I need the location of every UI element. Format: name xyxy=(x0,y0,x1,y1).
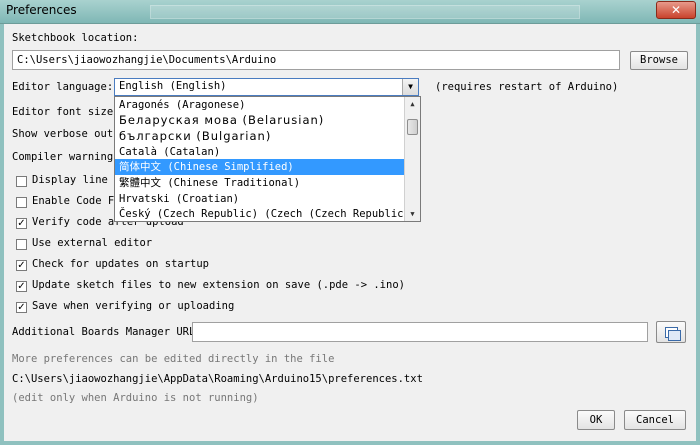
checkbox-save-when-verifying[interactable]: ✓ xyxy=(16,302,27,313)
checkbox-label: Update sketch files to new extension on … xyxy=(32,279,405,291)
checkbox-label: Check for updates on startup xyxy=(32,258,210,270)
language-option[interactable]: Aragonés (Aragonese) xyxy=(115,97,405,113)
language-dropdown-list[interactable]: Aragonés (Aragonese) Беларуская мова (Be… xyxy=(114,96,421,222)
editor-font-size-label: Editor font size: xyxy=(12,106,120,118)
edit-warning-note: (edit only when Arduino is not running) xyxy=(12,392,259,404)
checkbox-label: Enable Code Fol xyxy=(32,195,127,207)
compiler-warnings-label: Compiler warnings: xyxy=(12,151,126,163)
preferences-file-path: C:\Users\jiaowozhangjie\AppData\Roaming\… xyxy=(12,373,423,385)
checkbox-display-line-numbers[interactable] xyxy=(16,176,27,187)
boards-manager-label: Additional Boards Manager URLs: xyxy=(12,326,208,338)
checkbox-verify-after-upload[interactable]: ✓ xyxy=(16,218,27,229)
checkbox-label: Display line nu xyxy=(32,174,127,186)
chevron-down-icon[interactable]: ▼ xyxy=(402,79,418,95)
scroll-down-arrow-icon[interactable]: ▼ xyxy=(405,207,420,221)
ok-button[interactable]: OK xyxy=(577,410,615,430)
boards-manager-urls-input[interactable] xyxy=(192,322,648,342)
language-option-selected[interactable]: 简体中文 (Chinese Simplified) xyxy=(115,159,405,175)
dropdown-scrollbar[interactable]: ▲ ▼ xyxy=(404,97,420,221)
sketchbook-label: Sketchbook location: xyxy=(12,32,139,44)
scroll-up-arrow-icon[interactable]: ▲ xyxy=(405,97,420,111)
title-bar: Preferences ✕ xyxy=(0,0,700,24)
checkbox-use-external-editor[interactable] xyxy=(16,239,27,250)
title-bar-shade xyxy=(150,5,580,19)
sketchbook-path-input[interactable]: C:\Users\jiaowozhangjie\Documents\Arduin… xyxy=(12,50,620,70)
checkbox-enable-code-folding[interactable] xyxy=(16,197,27,208)
language-option[interactable]: Hrvatski (Croatian) xyxy=(115,191,405,207)
editor-language-select[interactable]: English (English) ▼ xyxy=(114,78,419,96)
checkbox-label: Save when verifying or uploading xyxy=(32,300,235,312)
language-option[interactable]: Český (Czech Republic) (Czech (Czech Rep… xyxy=(115,206,405,221)
restart-note: (requires restart of Arduino) xyxy=(435,81,619,93)
scrollbar-thumb[interactable] xyxy=(407,119,418,135)
editor-language-value: English (English) xyxy=(119,80,227,92)
browse-button[interactable]: Browse xyxy=(630,51,688,70)
checkbox-check-updates[interactable]: ✓ xyxy=(16,260,27,271)
checkbox-label: Use external editor xyxy=(32,237,153,249)
close-button[interactable]: ✕ xyxy=(656,1,696,19)
language-option[interactable]: Беларуская мова (Belarusian) xyxy=(115,112,405,128)
checkbox-update-extension[interactable]: ✓ xyxy=(16,281,27,292)
language-option[interactable]: Català (Catalan) xyxy=(115,144,405,160)
editor-language-label: Editor language: xyxy=(12,81,114,93)
language-option[interactable]: български (Bulgarian) xyxy=(115,128,405,144)
cancel-button[interactable]: Cancel xyxy=(624,410,686,430)
language-option[interactable]: 繁體中文 (Chinese Traditional) xyxy=(115,175,405,191)
edit-urls-button[interactable] xyxy=(656,321,686,343)
window-icon-overlay xyxy=(668,330,681,341)
window-title: Preferences xyxy=(6,3,77,17)
preferences-dialog: Sketchbook location: C:\Users\jiaowozhan… xyxy=(0,24,700,445)
more-preferences-note: More preferences can be edited directly … xyxy=(12,353,335,365)
